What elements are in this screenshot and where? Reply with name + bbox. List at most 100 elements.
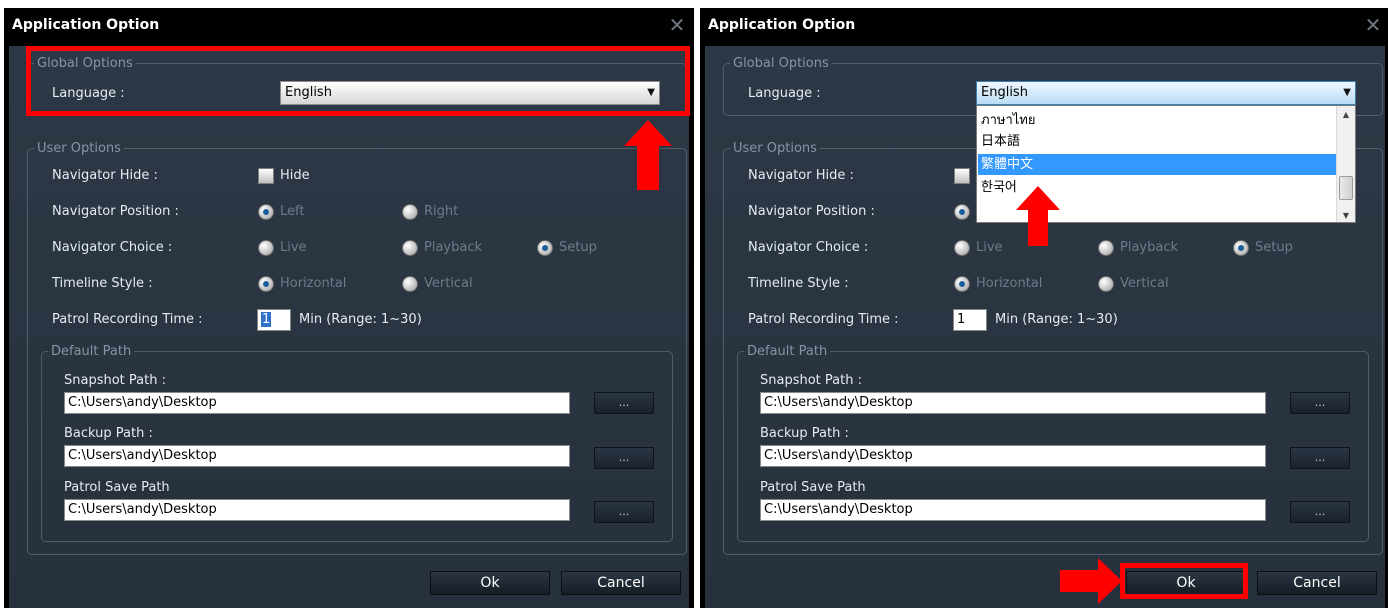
backup-browse-button[interactable]: ... <box>1290 447 1350 469</box>
backup-path-input[interactable]: C:\Users\andy\Desktop <box>760 445 1266 467</box>
patrol-time-input[interactable]: 1 <box>257 309 291 331</box>
global-options-legend: Global Options <box>733 56 829 71</box>
patrol-save-path-input[interactable]: C:\Users\andy\Desktop <box>64 499 570 521</box>
patrol-save-path-value: C:\Users\andy\Desktop <box>68 502 217 517</box>
hide-checkbox-label: Hide <box>280 168 310 183</box>
choice-playback-radio[interactable] <box>402 240 418 256</box>
dialog-title: Application Option <box>708 17 856 33</box>
snapshot-path-input[interactable]: C:\Users\andy\Desktop <box>64 392 570 414</box>
application-option-dialog-right: Application Option ✕ Global Options Lang… <box>700 8 1388 608</box>
scroll-up-icon[interactable]: ▲ <box>1337 110 1355 119</box>
patrol-save-path-value: C:\Users\andy\Desktop <box>764 502 913 517</box>
hide-checkbox[interactable] <box>954 168 970 184</box>
choice-setup-radio[interactable] <box>537 240 553 256</box>
choice-playback-radio[interactable] <box>1098 240 1114 256</box>
choice-live-radio[interactable] <box>954 240 970 256</box>
backup-path-value: C:\Users\andy\Desktop <box>764 448 913 463</box>
language-option-highlighted[interactable]: 繁體中文 <box>978 154 1336 175</box>
choice-setup-label: Setup <box>559 240 597 255</box>
annotation-highlight-ok <box>1120 563 1248 599</box>
dialog-title: Application Option <box>12 17 160 33</box>
patrol-time-unit: Min (Range: 1~30) <box>299 312 422 327</box>
choice-live-radio[interactable] <box>258 240 274 256</box>
choice-setup-label: Setup <box>1255 240 1293 255</box>
position-left-radio[interactable] <box>258 204 274 220</box>
patrol-save-path-label: Patrol Save Path <box>64 480 170 495</box>
default-path-legend: Default Path <box>51 344 132 359</box>
position-right-radio[interactable] <box>402 204 418 220</box>
default-path-legend: Default Path <box>747 344 828 359</box>
navigator-choice-label: Navigator Choice : <box>52 240 173 255</box>
patrol-time-value: 1 <box>957 312 966 327</box>
snapshot-path-input[interactable]: C:\Users\andy\Desktop <box>760 392 1266 414</box>
navigator-position-label: Navigator Position : <box>748 204 875 219</box>
snapshot-path-label: Snapshot Path : <box>760 373 862 388</box>
patrol-save-browse-button[interactable]: ... <box>1290 501 1350 523</box>
position-left-label: Left <box>280 204 305 219</box>
language-label: Language : <box>748 86 821 101</box>
annotation-highlight-language <box>26 46 690 116</box>
title-bar: Application Option ✕ <box>4 8 694 44</box>
backup-path-label: Backup Path : <box>64 426 153 441</box>
timeline-vertical-radio[interactable] <box>402 276 418 292</box>
language-select[interactable]: English ▼ <box>976 81 1356 105</box>
language-option[interactable]: ภาษาไทย <box>978 110 1336 131</box>
hide-checkbox[interactable] <box>258 168 274 184</box>
choice-playback-label: Playback <box>1120 240 1179 255</box>
snapshot-path-label: Snapshot Path : <box>64 373 166 388</box>
close-icon[interactable]: ✕ <box>666 14 688 36</box>
patrol-time-input[interactable]: 1 <box>953 309 987 331</box>
backup-path-value: C:\Users\andy\Desktop <box>68 448 217 463</box>
timeline-vertical-radio[interactable] <box>1098 276 1114 292</box>
navigator-hide-label: Navigator Hide : <box>52 168 158 183</box>
snapshot-browse-button[interactable]: ... <box>1290 392 1350 414</box>
position-right-label: Right <box>424 204 459 219</box>
language-select-value: English <box>981 85 1028 100</box>
timeline-vertical-label: Vertical <box>1120 276 1169 291</box>
chevron-down-icon[interactable]: ▼ <box>1343 82 1351 104</box>
patrol-time-label: Patrol Recording Time : <box>52 312 203 327</box>
scroll-down-icon[interactable]: ▼ <box>1337 211 1355 220</box>
ok-button[interactable]: Ok <box>430 571 550 595</box>
snapshot-path-value: C:\Users\andy\Desktop <box>68 395 217 410</box>
scroll-thumb[interactable] <box>1339 176 1353 200</box>
timeline-vertical-label: Vertical <box>424 276 473 291</box>
cancel-button[interactable]: Cancel <box>561 571 681 595</box>
timeline-horizontal-label: Horizontal <box>976 276 1043 291</box>
annotation-arrow-right-icon <box>1060 558 1122 604</box>
navigator-choice-label: Navigator Choice : <box>748 240 869 255</box>
user-options-legend: User Options <box>37 141 121 156</box>
timeline-horizontal-radio[interactable] <box>954 276 970 292</box>
backup-browse-button[interactable]: ... <box>594 447 654 469</box>
timeline-horizontal-radio[interactable] <box>258 276 274 292</box>
patrol-time-value: 1 <box>261 312 272 327</box>
language-option[interactable]: 日本語 <box>978 131 1336 152</box>
annotation-arrow-up-icon <box>1016 186 1060 246</box>
choice-live-label: Live <box>280 240 307 255</box>
timeline-horizontal-label: Horizontal <box>280 276 347 291</box>
choice-playback-label: Playback <box>424 240 483 255</box>
backup-path-input[interactable]: C:\Users\andy\Desktop <box>64 445 570 467</box>
title-bar: Application Option ✕ <box>700 8 1388 44</box>
user-options-legend: User Options <box>733 141 817 156</box>
choice-setup-radio[interactable] <box>1233 240 1249 256</box>
close-icon[interactable]: ✕ <box>1362 14 1384 36</box>
patrol-save-path-input[interactable]: C:\Users\andy\Desktop <box>760 499 1266 521</box>
snapshot-browse-button[interactable]: ... <box>594 392 654 414</box>
backup-path-label: Backup Path : <box>760 426 849 441</box>
dialog-body: Global Options Language : English ▼ User… <box>705 46 1385 608</box>
snapshot-path-value: C:\Users\andy\Desktop <box>764 395 913 410</box>
patrol-save-path-label: Patrol Save Path <box>760 480 866 495</box>
patrol-time-unit: Min (Range: 1~30) <box>995 312 1118 327</box>
navigator-position-label: Navigator Position : <box>52 204 179 219</box>
cancel-button[interactable]: Cancel <box>1257 571 1377 595</box>
navigator-hide-label: Navigator Hide : <box>748 168 854 183</box>
patrol-time-label: Patrol Recording Time : <box>748 312 899 327</box>
dialog-body: Global Options Language : English ▼ User… <box>9 46 689 608</box>
position-left-radio[interactable] <box>954 204 970 220</box>
dropdown-scrollbar[interactable]: ▲ ▼ <box>1336 106 1355 222</box>
patrol-save-browse-button[interactable]: ... <box>594 501 654 523</box>
timeline-style-label: Timeline Style : <box>748 276 849 291</box>
annotation-arrow-up-icon <box>624 120 672 190</box>
timeline-style-label: Timeline Style : <box>52 276 153 291</box>
